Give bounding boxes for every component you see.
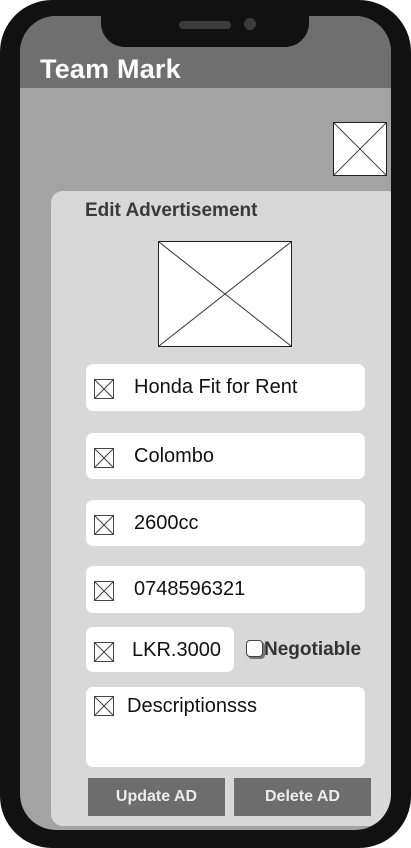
title-field-value: Honda Fit for Rent: [134, 376, 298, 398]
phone-frame: Team Mark Edit Advertisement Honda Fit f: [0, 0, 411, 848]
price-field-icon: [94, 642, 114, 662]
app-screen: Team Mark Edit Advertisement Honda Fit f: [20, 16, 391, 830]
negotiable-label: Negotiable: [264, 639, 362, 660]
front-camera-icon: [244, 18, 256, 30]
location-field-icon: [94, 448, 114, 468]
edit-ad-card: Edit Advertisement Honda Fit for Rent Co…: [51, 191, 391, 826]
location-field-value: Colombo: [134, 445, 215, 467]
app-title: Team Mark: [40, 54, 181, 84]
image-placeholder-icon: [334, 123, 386, 175]
phone-field[interactable]: 0748596321: [86, 566, 365, 613]
engine-field-icon: [94, 515, 114, 535]
ad-image-placeholder[interactable]: [158, 241, 292, 347]
update-ad-button[interactable]: Update AD: [88, 778, 225, 816]
phone-field-value: 0748596321: [134, 578, 246, 600]
negotiable-checkbox[interactable]: [246, 640, 263, 657]
card-title: Edit Advertisement: [85, 200, 258, 221]
delete-ad-button[interactable]: Delete AD: [234, 778, 371, 816]
speaker-grille: [179, 21, 231, 29]
phone-field-icon: [94, 581, 114, 601]
price-field-value: LKR.3000: [132, 639, 221, 661]
header-image-placeholder[interactable]: [333, 122, 387, 176]
title-field-icon: [94, 379, 114, 399]
image-placeholder-icon: [159, 242, 291, 346]
description-field-value: Descriptionsss: [127, 695, 258, 717]
engine-field-value: 2600cc: [134, 512, 199, 534]
engine-field[interactable]: 2600cc: [86, 500, 365, 546]
title-field[interactable]: Honda Fit for Rent: [86, 364, 365, 411]
location-field[interactable]: Colombo: [86, 433, 365, 479]
description-field[interactable]: Descriptionsss: [86, 687, 365, 767]
price-field[interactable]: LKR.3000: [86, 627, 234, 672]
description-field-icon: [94, 696, 114, 716]
